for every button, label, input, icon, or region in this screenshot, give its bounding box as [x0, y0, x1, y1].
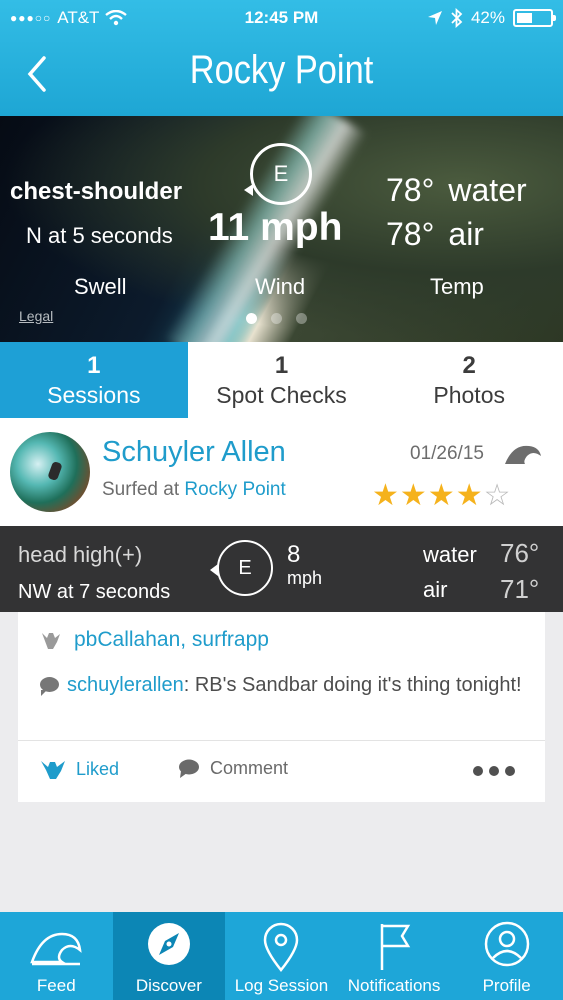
- page-title: Rocky Point: [189, 48, 374, 92]
- swell-detail: N at 5 seconds: [26, 223, 173, 248]
- wind-speed: 11 mph: [208, 206, 343, 249]
- action-row: Liked Comment: [18, 754, 545, 790]
- more-options-icon[interactable]: [473, 766, 515, 776]
- water-label: water: [448, 172, 527, 208]
- comment-label: Comment: [210, 758, 289, 778]
- tab-count: 1: [274, 352, 289, 379]
- status-bar: ●●●○○ AT&T 12:45 PM 42%: [0, 6, 563, 32]
- shaka-icon: [41, 761, 65, 779]
- wind-speed: 8: [287, 541, 301, 568]
- tab-sessions[interactable]: 1 Sessions: [0, 342, 188, 418]
- surfed-at: Surfed at Rocky Point: [102, 479, 286, 501]
- wind-direction: E: [273, 161, 289, 186]
- swell-height: chest-shoulder: [10, 178, 183, 205]
- swell-info: NW at 7 seconds: [18, 581, 171, 603]
- page-indicator[interactable]: [246, 313, 307, 324]
- temp-label: Temp: [430, 274, 484, 299]
- wind-compass-icon: E: [210, 540, 273, 596]
- location-arrow-icon: [427, 11, 442, 25]
- tab-label: Discover: [135, 976, 202, 995]
- wave-icon: [30, 932, 82, 966]
- page-dot[interactable]: [246, 313, 257, 324]
- bluetooth-icon: [451, 8, 463, 28]
- compass-icon: [147, 923, 190, 965]
- tab-feed[interactable]: Feed: [0, 912, 113, 1000]
- battery-icon: [513, 9, 556, 27]
- flag-icon: [380, 924, 411, 970]
- divider: [18, 740, 545, 741]
- air-temp: 78°: [386, 216, 435, 252]
- content-tabs: 1 Sessions 1 Spot Checks 2 Photos: [0, 342, 563, 418]
- top-header: ●●●○○ AT&T 12:45 PM 42% Rocky Point: [0, 0, 563, 116]
- air-label: air: [423, 577, 448, 602]
- tab-log-session[interactable]: Log Session: [225, 912, 338, 1000]
- map-pin-icon: [264, 922, 299, 972]
- forecast-hero[interactable]: chest-shoulder N at 5 seconds E 11 mph 7…: [0, 116, 563, 342]
- spot-link[interactable]: Rocky Point: [184, 479, 285, 500]
- liked-label: Liked: [76, 758, 120, 779]
- wind-label: Wind: [255, 274, 306, 299]
- star-icon: ★: [427, 479, 456, 512]
- air-label: air: [448, 216, 484, 252]
- tab-discover[interactable]: Discover: [112, 912, 226, 1000]
- tab-label: Profile: [482, 976, 531, 995]
- legal-link[interactable]: Legal: [19, 308, 53, 324]
- page-dot[interactable]: [296, 313, 307, 324]
- session-conditions: head high(+) NW at 7 seconds E 8 mph wat…: [0, 526, 563, 612]
- water-temp-row: 78° water: [386, 172, 527, 209]
- profile-icon: [484, 921, 529, 967]
- comment-bubble-icon: [179, 759, 199, 778]
- page-dot[interactable]: [271, 313, 282, 324]
- comment-bubble-icon: [40, 677, 59, 696]
- wind-unit: mph: [287, 568, 323, 588]
- tab-label: Spot Checks: [216, 382, 347, 408]
- tab-notifications[interactable]: Notifications: [338, 912, 451, 1000]
- comment-button[interactable]: Comment: [178, 758, 288, 779]
- comment: schuylerallen: RB's Sandbar doing it's t…: [40, 672, 530, 699]
- swell-label: Swell: [74, 274, 127, 299]
- tab-photos[interactable]: 2 Photos: [375, 342, 563, 418]
- water-label: water: [423, 542, 477, 567]
- tab-count: 1: [87, 352, 101, 379]
- tab-profile[interactable]: Profile: [450, 912, 563, 1000]
- nav-bar: Rocky Point: [0, 40, 563, 112]
- tab-label: Photos: [433, 382, 505, 408]
- tab-label: Feed: [36, 976, 76, 995]
- star-empty-icon: ☆: [483, 479, 512, 512]
- session-date: 01/26/15: [410, 443, 484, 464]
- water-temp: 76°: [500, 538, 540, 568]
- shaka-icon: [42, 633, 60, 649]
- tab-spot-checks[interactable]: 1 Spot Checks: [188, 342, 376, 418]
- water-temp: 78°: [386, 172, 435, 208]
- avatar[interactable]: [10, 432, 90, 512]
- star-icon: ★: [372, 479, 400, 512]
- wave-height: head high(+): [18, 542, 143, 567]
- wind-direction: E: [238, 556, 252, 579]
- tab-label: Log Session: [234, 976, 329, 995]
- surfed-prefix: Surfed at: [102, 479, 185, 500]
- tab-label: Notifications: [347, 976, 441, 995]
- comment-author[interactable]: schuylerallen: [67, 674, 184, 696]
- air-temp-row: 78° air: [386, 216, 484, 253]
- wave-icon: [505, 445, 541, 464]
- tab-count: 2: [462, 352, 476, 379]
- user-name[interactable]: Schuyler Allen: [102, 436, 286, 469]
- air-temp: 71°: [500, 574, 540, 604]
- liked-button[interactable]: Liked: [40, 758, 119, 780]
- star-icon: ★: [399, 479, 428, 512]
- likers-row: pbCallahan, surfrapp: [40, 628, 269, 652]
- comment-text: : RB's Sandbar doing it's thing tonight!: [183, 674, 522, 696]
- battery-percent: 42%: [470, 8, 505, 27]
- tab-label: Sessions: [47, 382, 141, 408]
- social-card: pbCallahan, surfrapp schuylerallen: RB's…: [18, 612, 545, 802]
- wind-compass-icon: E: [244, 143, 312, 205]
- likers-names[interactable]: pbCallahan, surfrapp: [74, 628, 269, 652]
- bottom-tab-bar: Feed Discover Log Session Notifications …: [0, 912, 563, 1000]
- session-card[interactable]: Schuyler Allen Surfed at Rocky Point 01/…: [0, 418, 563, 526]
- star-rating: ★★★★☆: [372, 478, 512, 513]
- star-icon: ★: [455, 479, 484, 512]
